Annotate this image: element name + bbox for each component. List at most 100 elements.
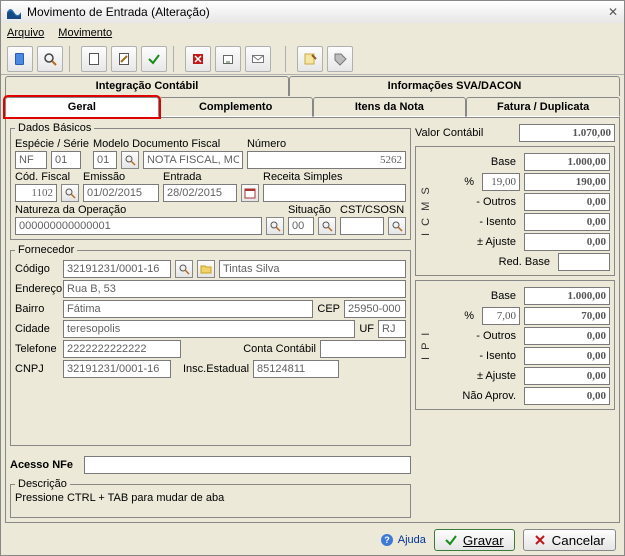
window-title: Movimento de Entrada (Alteração)	[27, 5, 602, 19]
mail-icon	[251, 52, 265, 66]
field-ipi-base[interactable]	[524, 287, 610, 305]
help-link[interactable]: ? Ajuda	[380, 533, 426, 547]
field-entrada[interactable]	[163, 184, 237, 202]
field-ipi-ajuste[interactable]	[524, 367, 610, 385]
calendar-icon	[244, 187, 256, 199]
field-codigo[interactable]	[63, 260, 171, 278]
nav-first-button[interactable]	[7, 46, 33, 72]
field-acesso-nfe[interactable]	[84, 456, 411, 474]
field-serie[interactable]	[51, 151, 81, 169]
tab-geral[interactable]: Geral	[5, 97, 159, 117]
field-fornecedor-nome[interactable]	[219, 260, 406, 278]
tab-info-sva-dacon[interactable]: Informações SVA/DACON	[289, 76, 620, 96]
x-icon	[534, 534, 546, 546]
field-uf[interactable]	[378, 320, 406, 338]
field-cep[interactable]	[344, 300, 406, 318]
lbl-numero: Número	[247, 138, 406, 150]
legend-fornecedor: Fornecedor	[15, 244, 77, 256]
field-cidade[interactable]	[63, 320, 355, 338]
field-cst[interactable]	[340, 217, 384, 235]
gravar-button[interactable]: Gravar	[434, 529, 515, 551]
edit-button[interactable]	[111, 46, 137, 72]
lbl-cep: CEP	[317, 303, 340, 315]
field-ipi-pct[interactable]	[482, 307, 520, 325]
lbl-telefone: Telefone	[15, 343, 59, 355]
main-window: Movimento de Entrada (Alteração) ✕ Arqui…	[0, 0, 625, 556]
field-valor-contabil[interactable]	[519, 124, 615, 142]
open-folder-button[interactable]	[197, 260, 215, 278]
menu-movimento[interactable]: Movimento	[58, 27, 112, 39]
menu-arquivo[interactable]: Arquivo	[7, 27, 44, 39]
new-button[interactable]	[81, 46, 107, 72]
field-modelo-desc[interactable]	[143, 151, 243, 169]
field-situacao[interactable]	[288, 217, 314, 235]
cancelar-button[interactable]: Cancelar	[523, 529, 616, 551]
lookup-codfiscal-button[interactable]	[61, 184, 79, 202]
field-ie[interactable]	[253, 360, 339, 378]
tab-itens-da-nota[interactable]: Itens da Nota	[313, 97, 467, 117]
export-button[interactable]	[215, 46, 241, 72]
field-conta[interactable]	[320, 340, 406, 358]
field-ipi-pct-val[interactable]	[524, 307, 610, 325]
search-button[interactable]	[37, 46, 63, 72]
lbl-cst: CST/CSOSN	[340, 204, 406, 216]
lbl-ipi-base: Base	[491, 290, 520, 302]
tag-icms: I C M S	[420, 151, 432, 271]
gravar-label: Gravar	[463, 533, 504, 548]
lookup-natureza-button[interactable]	[266, 217, 284, 235]
calendar-entrada-button[interactable]	[241, 184, 259, 202]
field-icms-isento[interactable]	[524, 213, 610, 231]
field-bairro[interactable]	[63, 300, 313, 318]
lookup-modelo-button[interactable]	[121, 151, 139, 169]
field-endereco[interactable]	[63, 280, 406, 298]
tab-fatura-duplicata[interactable]: Fatura / Duplicata	[466, 97, 620, 117]
lookup-situacao-button[interactable]	[318, 217, 336, 235]
field-numero[interactable]	[247, 151, 406, 169]
lbl-cidade: Cidade	[15, 323, 59, 335]
tabs-bottom: Geral Complemento Itens da Nota Fatura /…	[1, 96, 624, 117]
tag-icon	[333, 52, 347, 66]
field-icms-base[interactable]	[524, 153, 610, 171]
check-icon	[445, 534, 457, 546]
field-codfiscal[interactable]	[15, 184, 57, 202]
lbl-uf: UF	[359, 323, 374, 335]
app-icon	[7, 5, 21, 19]
lookup-codigo-button[interactable]	[175, 260, 193, 278]
titlebar: Movimento de Entrada (Alteração) ✕	[1, 1, 624, 23]
field-telefone[interactable]	[63, 340, 181, 358]
lbl-entrada: Entrada	[163, 171, 259, 183]
field-natureza[interactable]	[15, 217, 262, 235]
notes-button[interactable]	[297, 46, 323, 72]
notes-icon	[303, 52, 317, 66]
lbl-modelo: Modelo Documento Fiscal	[93, 138, 243, 150]
field-emissao[interactable]	[83, 184, 159, 202]
group-fornecedor: Fornecedor Código Endereço Bairro	[10, 244, 411, 446]
field-ipi-outros[interactable]	[524, 327, 610, 345]
field-ipi-isento[interactable]	[524, 347, 610, 365]
close-icon[interactable]: ✕	[602, 5, 618, 19]
confirm-button[interactable]	[141, 46, 167, 72]
mail-button[interactable]	[245, 46, 271, 72]
field-modelo-cod[interactable]	[93, 151, 117, 169]
tab-integracao-contabil[interactable]: Integração Contábil	[5, 76, 289, 96]
field-cnpj[interactable]	[63, 360, 171, 378]
svg-text:?: ?	[384, 535, 390, 545]
pencil-icon	[117, 52, 131, 66]
field-icms-pct-val[interactable]	[524, 173, 610, 191]
group-ipi: I P I Base % - Outros - Isento ± Ajuste …	[415, 280, 615, 410]
tag-button[interactable]	[327, 46, 353, 72]
field-icms-pct[interactable]	[482, 173, 520, 191]
search-icon	[391, 220, 403, 232]
field-icms-ajuste[interactable]	[524, 233, 610, 251]
field-especie[interactable]	[15, 151, 47, 169]
delete-button[interactable]	[185, 46, 211, 72]
search-icon	[321, 220, 333, 232]
search-icon	[269, 220, 281, 232]
field-ipi-naoaprov[interactable]	[524, 387, 610, 405]
lookup-cst-button[interactable]	[388, 217, 406, 235]
field-icms-redbase[interactable]	[558, 253, 610, 271]
field-icms-outros[interactable]	[524, 193, 610, 211]
field-receita[interactable]	[263, 184, 406, 202]
tab-complemento[interactable]: Complemento	[159, 97, 313, 117]
group-dados-basicos: Dados Básicos Espécie / Série Modelo Doc…	[10, 122, 411, 240]
